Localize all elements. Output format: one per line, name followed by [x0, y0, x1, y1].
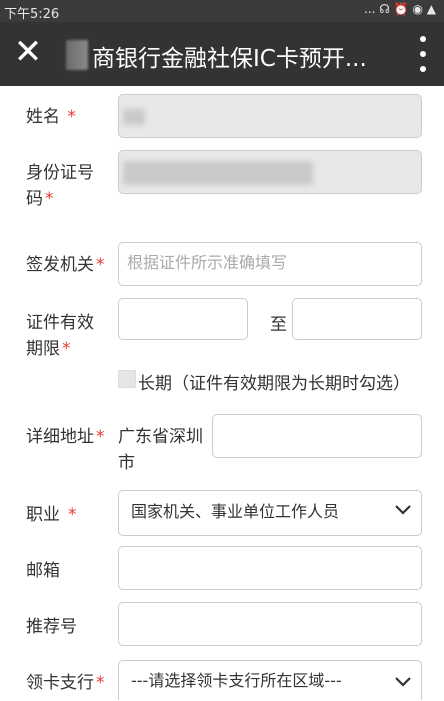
address-prefix-line1: 广东省深圳 [118, 427, 203, 447]
validity-label: 证件有效 期限 * [26, 310, 94, 362]
required-mark: * [68, 505, 77, 525]
issuer-label: 签发机关 * [26, 252, 105, 278]
occupation-label: 职业 * [26, 502, 77, 528]
id-number-label-line1: 身份证号 [26, 163, 94, 183]
branch-label: 领卡支行 * [26, 670, 105, 696]
long-term-label: 长期（证件有效期限为长期时勾选） [138, 374, 410, 394]
app-bar: ✕ 商银行金融社保IC卡预开... [0, 22, 444, 86]
branch-select[interactable]: ---请选择领卡支行所在区域--- [118, 660, 422, 700]
email-label: 邮箱 [26, 561, 60, 581]
required-mark: * [67, 107, 76, 127]
branch-selected-value: ---请选择领卡支行所在区域--- [131, 671, 342, 690]
referral-label: 推荐号 [26, 617, 77, 637]
branch-label-text: 领卡支行 [26, 673, 94, 693]
address-label-text: 详细地址 [26, 427, 94, 447]
redacted-id-number [123, 161, 313, 185]
required-mark: * [62, 339, 71, 359]
required-mark: * [96, 673, 105, 693]
issuer-placeholder: 根据证件所示准确填写 [127, 253, 288, 272]
issuer-label-text: 签发机关 [26, 255, 94, 275]
id-number-label-line2: 码 [26, 189, 43, 209]
required-mark: * [45, 189, 54, 209]
issuer-input[interactable]: 根据证件所示准确填写 [118, 242, 422, 286]
more-menu-icon[interactable] [416, 36, 430, 72]
email-input[interactable] [118, 546, 422, 590]
address-prefix-line2: 市 [118, 453, 135, 473]
address-input[interactable] [212, 414, 422, 458]
redacted-name [123, 109, 145, 125]
address-label: 详细地址 * [26, 424, 105, 450]
address-prefix: 广东省深圳 市 [118, 424, 203, 476]
status-indicators: ... ☊ ⏰ ◉ ▲ [364, 2, 436, 16]
chevron-down-icon [395, 505, 411, 515]
required-mark: * [96, 255, 105, 275]
name-field[interactable] [118, 94, 422, 138]
validity-end-input[interactable] [292, 298, 422, 340]
chevron-down-icon [395, 677, 411, 687]
validity-start-input[interactable] [118, 298, 248, 340]
id-number-label: 身份证号 码 * [26, 160, 94, 212]
status-bar: 下午5:26 ... ☊ ⏰ ◉ ▲ [0, 0, 444, 22]
close-icon[interactable]: ✕ [8, 32, 48, 72]
occupation-label-text: 职业 [26, 505, 60, 525]
validity-to-text: 至 [270, 315, 287, 335]
name-label-text: 姓名 [26, 107, 60, 127]
status-time: 下午5:26 [4, 7, 60, 22]
page-title: 商银行金融社保IC卡预开... [92, 46, 367, 72]
referral-input[interactable] [118, 602, 422, 646]
occupation-select[interactable]: 国家机关、事业单位工作人员 [118, 490, 422, 536]
required-mark: * [96, 427, 105, 447]
long-term-checkbox[interactable] [118, 370, 136, 388]
occupation-selected-value: 国家机关、事业单位工作人员 [131, 502, 340, 521]
blurred-logo [66, 40, 88, 70]
validity-label-line1: 证件有效 [26, 313, 94, 333]
validity-label-line2: 期限 [26, 339, 60, 359]
name-label: 姓名 * [26, 104, 76, 130]
id-number-field[interactable] [118, 150, 422, 194]
